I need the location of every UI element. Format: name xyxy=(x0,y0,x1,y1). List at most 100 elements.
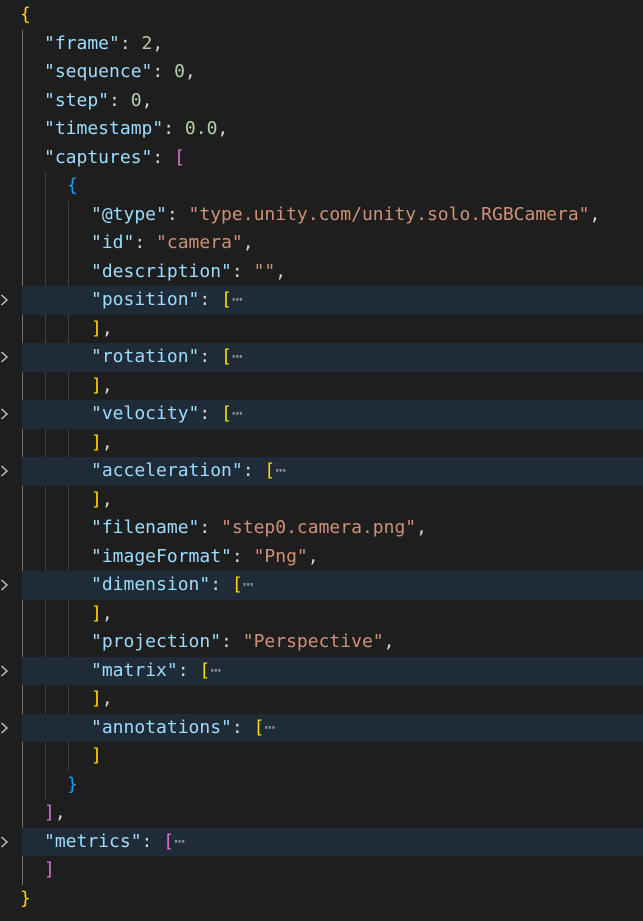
fold-ellipsis[interactable]: ⋯ xyxy=(174,831,185,852)
code-text: "imageFormat": "Png", xyxy=(91,543,319,572)
code-token: ] xyxy=(91,602,102,624)
code-line[interactable]: "filename": "step0.camera.png", xyxy=(0,514,643,543)
code-token: , xyxy=(54,802,66,823)
code-text: { xyxy=(20,1,31,30)
code-token: : xyxy=(231,716,254,738)
code-line[interactable]: "@type": "type.unity.com/unity.solo.RGBC… xyxy=(0,201,643,230)
code-line[interactable]: } xyxy=(0,885,643,914)
code-token: ] xyxy=(91,688,102,709)
fold-ellipsis[interactable]: ⋯ xyxy=(210,660,221,681)
code-token: , xyxy=(152,32,164,54)
code-text: "dimension": [⋯ xyxy=(91,571,254,600)
fold-ellipsis[interactable]: ⋯ xyxy=(275,460,286,481)
code-token: 2 xyxy=(141,32,153,54)
code-line[interactable]: "projection": "Perspective", xyxy=(0,628,643,657)
folded-code-line[interactable]: "metrics": [⋯ xyxy=(0,827,643,857)
code-line[interactable]: "timestamp": 0.0, xyxy=(0,115,643,144)
chevron-right-icon[interactable] xyxy=(0,465,9,477)
folded-code-line[interactable]: "rotation": [⋯ xyxy=(0,343,643,372)
code-line[interactable]: ], xyxy=(0,429,643,458)
folded-code-line[interactable]: "matrix": [⋯ xyxy=(0,656,643,685)
code-line[interactable]: "captures": [ xyxy=(0,144,643,173)
fold-ellipsis[interactable]: ⋯ xyxy=(232,346,243,367)
code-token: , xyxy=(416,517,427,538)
code-token: : xyxy=(231,545,254,567)
code-text: "annotations": [⋯ xyxy=(91,714,275,743)
code-token: : xyxy=(231,260,254,282)
code-line[interactable]: ], xyxy=(0,372,643,401)
code-line[interactable]: { xyxy=(0,172,643,201)
code-line[interactable]: "description": "", xyxy=(0,258,643,287)
code-text: "metrics": [⋯ xyxy=(44,828,185,857)
code-token: , xyxy=(101,431,113,453)
folded-code-line[interactable]: "velocity": [⋯ xyxy=(0,400,643,429)
code-token: "projection" xyxy=(91,631,222,652)
code-token: "timestamp" xyxy=(44,118,164,139)
code-token: ] xyxy=(91,431,102,453)
folded-code-line[interactable]: "acceleration": [⋯ xyxy=(0,457,643,486)
code-token: [ xyxy=(221,403,232,424)
code-line[interactable]: ] xyxy=(0,856,643,885)
code-text: "rotation": [⋯ xyxy=(91,343,243,372)
code-line[interactable]: ], xyxy=(0,486,643,515)
chevron-right-icon[interactable] xyxy=(0,351,9,363)
code-text: "acceleration": [⋯ xyxy=(91,457,286,486)
chevron-right-icon[interactable] xyxy=(0,664,9,677)
fold-ellipsis[interactable]: ⋯ xyxy=(264,717,275,738)
code-line[interactable]: ], xyxy=(0,600,643,629)
json-editor[interactable]: {"frame": 2, "sequence": 0, "step": 0, "tim… xyxy=(0,0,643,921)
chevron-right-icon[interactable] xyxy=(0,408,9,420)
code-token: "velocity" xyxy=(91,403,200,424)
code-token: : xyxy=(119,32,142,54)
code-token: : xyxy=(177,659,200,681)
code-token: ] xyxy=(91,745,102,766)
code-line[interactable]: } xyxy=(0,771,643,800)
code-token: "dimension" xyxy=(91,574,211,595)
code-line[interactable]: "sequence": 0, xyxy=(0,58,643,87)
fold-ellipsis[interactable]: ⋯ xyxy=(232,403,243,424)
code-text: ] xyxy=(44,856,55,885)
chevron-right-icon[interactable] xyxy=(0,294,9,306)
code-line[interactable]: ], xyxy=(0,799,643,828)
code-token: , xyxy=(383,631,395,652)
code-line[interactable]: ], xyxy=(0,315,643,344)
code-token: 0 xyxy=(174,61,185,82)
code-token: { xyxy=(20,4,31,25)
fold-ellipsis[interactable]: ⋯ xyxy=(232,289,243,310)
code-token: "acceleration" xyxy=(91,460,243,481)
code-line[interactable]: { xyxy=(0,1,643,30)
code-text: ] xyxy=(91,742,102,771)
code-token: : xyxy=(141,830,164,852)
folded-code-line[interactable]: "position": [⋯ xyxy=(0,286,643,315)
code-line[interactable]: ], xyxy=(0,685,643,714)
code-token: "Png" xyxy=(253,545,308,567)
code-token: ] xyxy=(91,374,102,396)
code-token: : xyxy=(166,203,189,225)
code-text: ], xyxy=(91,315,113,344)
chevron-right-icon[interactable] xyxy=(0,835,9,848)
code-line[interactable]: "imageFormat": "Png", xyxy=(0,543,643,572)
code-token: "step0.camera.png" xyxy=(221,517,417,538)
folded-code-line[interactable]: "annotations": [⋯ xyxy=(0,713,643,743)
code-token: "frame" xyxy=(44,32,120,54)
code-text: "filename": "step0.camera.png", xyxy=(91,514,427,543)
chevron-right-icon[interactable] xyxy=(0,579,9,591)
code-token: ] xyxy=(91,317,102,339)
code-text: "position": [⋯ xyxy=(91,286,243,315)
code-token: ] xyxy=(44,859,55,880)
code-token: "captures" xyxy=(44,146,153,168)
code-line[interactable]: ] xyxy=(0,742,643,771)
code-token: : xyxy=(152,146,175,168)
code-line[interactable]: "id": "camera", xyxy=(0,229,643,258)
code-token: , xyxy=(101,488,113,510)
code-text: ], xyxy=(91,429,113,458)
code-text: "velocity": [⋯ xyxy=(91,400,243,429)
code-token: , xyxy=(217,118,229,139)
code-token: , xyxy=(101,602,113,624)
chevron-right-icon[interactable] xyxy=(0,721,9,734)
code-line[interactable]: "frame": 2, xyxy=(0,30,643,59)
folded-code-line[interactable]: "dimension": [⋯ xyxy=(0,571,643,600)
fold-ellipsis[interactable]: ⋯ xyxy=(243,574,254,595)
code-token: "type.unity.com/unity.solo.RGBCamera" xyxy=(188,203,590,225)
code-line[interactable]: "step": 0, xyxy=(0,87,643,116)
